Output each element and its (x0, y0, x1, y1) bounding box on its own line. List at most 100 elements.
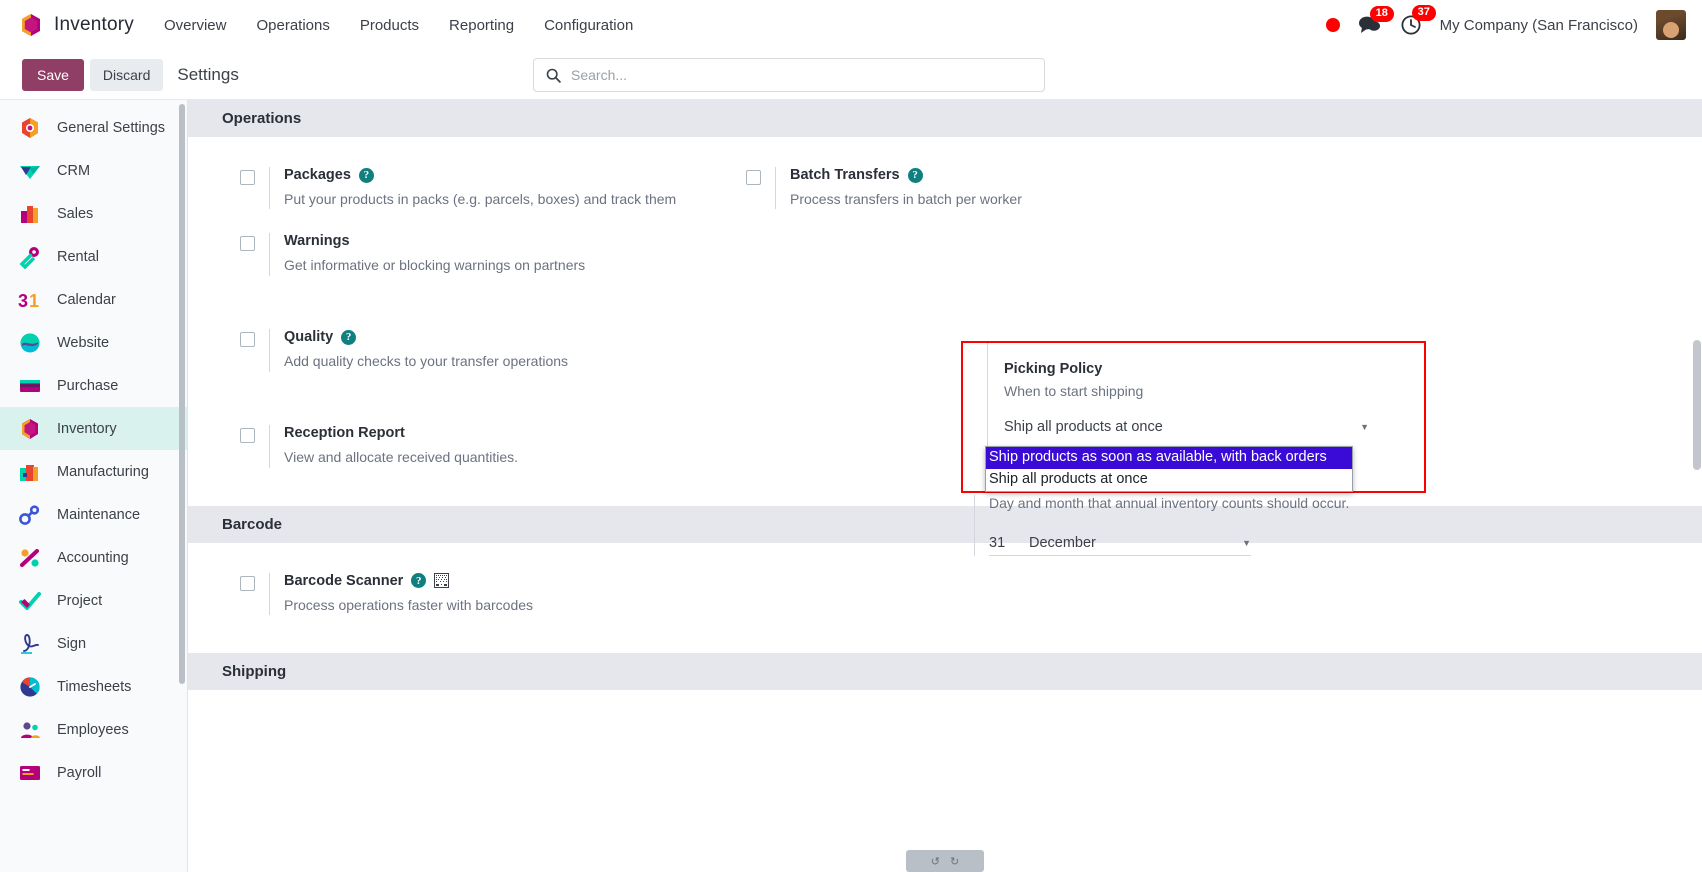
reception-report-checkbox[interactable] (240, 428, 255, 444)
help-icon[interactable]: ? (411, 573, 427, 589)
discard-button[interactable]: Discard (89, 58, 164, 91)
barcode-scanner-checkbox[interactable] (240, 575, 255, 591)
inventory-box-icon (18, 417, 42, 441)
undo-icon[interactable]: ↺ (931, 855, 940, 868)
sidebar-label: Employees (57, 721, 129, 738)
warnings-checkbox[interactable] (240, 236, 255, 252)
save-button[interactable]: Save (22, 58, 84, 91)
svg-text:1: 1 (29, 291, 39, 311)
payroll-icon (18, 761, 42, 785)
sidebar-item-sign[interactable]: Sign (0, 622, 187, 665)
main-menu: Overview Operations Products Reporting C… (162, 13, 635, 38)
sidebar-item-sales[interactable]: Sales (0, 192, 187, 235)
sidebar-label: Maintenance (57, 506, 141, 523)
redo-icon[interactable]: ↻ (950, 855, 959, 868)
quality-description: Add quality checks to your transfer oper… (284, 353, 569, 370)
packages-label: Packages (284, 167, 351, 183)
sidebar-item-maintenance[interactable]: Maintenance (0, 493, 187, 536)
reception-report-description: View and allocate received quantities. (284, 449, 519, 466)
page-title: Settings (177, 64, 239, 84)
manufacturing-icon (18, 460, 42, 484)
control-panel: Save Discard Settings (0, 50, 1702, 100)
sidebar-item-website[interactable]: Website (0, 321, 187, 364)
menu-item-products[interactable]: Products (358, 13, 421, 38)
menu-item-overview[interactable]: Overview (162, 13, 229, 38)
sidebar-label: Timesheets (57, 678, 132, 695)
dropdown-option-backorders[interactable]: Ship products as soon as available, with… (986, 447, 1352, 469)
reception-report-title-row: Reception Report (284, 425, 716, 441)
sidebar-label: General Settings (57, 119, 166, 136)
help-icon[interactable]: ? (907, 167, 923, 183)
setting-quality: Quality ? Add quality checks to your tra… (210, 319, 716, 415)
search-box[interactable] (533, 58, 1045, 92)
setting-warnings: Warnings Get informative or blocking war… (210, 223, 716, 319)
packages-title-row: Packages ? (284, 167, 716, 183)
timesheets-clock-icon (18, 675, 42, 699)
sidebar-label: Inventory (57, 420, 117, 437)
sidebar-item-crm[interactable]: CRM (0, 149, 187, 192)
barcode-scanner-description: Process operations faster with barcodes (284, 596, 534, 613)
rental-key-icon (18, 245, 42, 269)
annual-inventory-day[interactable]: 31 (989, 535, 1029, 551)
section-header-barcode: Barcode (188, 505, 1702, 543)
barcode-grid-icon[interactable] (434, 573, 450, 589)
picking-policy-select[interactable]: Ship all products at once ▼ (1004, 419, 1369, 437)
picking-policy-label: Picking Policy (1004, 361, 1103, 377)
sidebar-label: Payroll (57, 764, 102, 781)
search-icon (546, 68, 561, 83)
sidebar-item-manufacturing[interactable]: Manufacturing (0, 450, 187, 493)
maintenance-wrench-icon (18, 503, 42, 527)
navbar-right-tools: 18 37 My Company (San Francisco) (1325, 5, 1686, 40)
purchase-card-icon (18, 374, 42, 398)
sidebar-item-rental[interactable]: Rental (0, 235, 187, 278)
employees-icon (18, 718, 42, 742)
svg-text:3: 3 (18, 291, 28, 311)
sign-signature-icon (18, 632, 42, 656)
odoo-hexagon-icon (20, 13, 42, 37)
sidebar-item-employees[interactable]: Employees (0, 708, 187, 751)
sidebar-label: Sign (57, 635, 87, 652)
barcode-scanner-title-row: Barcode Scanner ? (284, 573, 716, 589)
sidebar-item-calendar[interactable]: 3 1 Calendar (0, 278, 187, 321)
search-input[interactable] (571, 67, 1032, 83)
help-icon[interactable]: ? (341, 329, 357, 345)
sidebar-item-purchase[interactable]: Purchase (0, 364, 187, 407)
company-switcher[interactable]: My Company (San Francisco) (1440, 17, 1638, 34)
record-dot-icon (1325, 18, 1340, 32)
menu-item-configuration[interactable]: Configuration (542, 13, 635, 38)
messages-button[interactable]: 18 (1358, 6, 1394, 35)
barcode-settings-grid: Barcode Scanner ? Process operations fas… (188, 543, 1702, 653)
app-brand[interactable]: Inventory (20, 13, 134, 37)
activities-button[interactable]: 37 (1400, 5, 1436, 36)
menu-item-reporting[interactable]: Reporting (447, 13, 516, 38)
sidebar-item-timesheets[interactable]: Timesheets (0, 665, 187, 708)
picking-policy-dropdown-list[interactable]: Ship products as soon as available, with… (985, 446, 1353, 492)
menu-item-operations[interactable]: Operations (254, 13, 331, 38)
help-icon[interactable]: ? (358, 167, 374, 183)
annual-inventory-date-field[interactable]: 31 December ▼ (989, 535, 1251, 556)
chevron-down-icon: ▼ (1242, 538, 1251, 548)
avatar[interactable] (1656, 10, 1686, 40)
batch-transfers-description: Process transfers in batch per worker (790, 191, 1022, 207)
barcode-scanner-label: Barcode Scanner (284, 572, 404, 589)
setting-batch-transfers: Batch Transfers ? Process transfers in b… (716, 157, 1222, 223)
sidebar-item-payroll[interactable]: Payroll (0, 751, 187, 794)
dropdown-option-all-at-once[interactable]: Ship all products at once (986, 469, 1352, 491)
quality-checkbox[interactable] (240, 332, 255, 348)
sidebar-item-inventory[interactable]: Inventory (0, 407, 187, 450)
batch-transfers-checkbox[interactable] (746, 170, 761, 185)
sidebar-item-project[interactable]: Project (0, 579, 187, 622)
main-scrollbar[interactable] (1693, 340, 1701, 470)
quality-title-row: Quality ? (284, 329, 716, 345)
annual-inventory-month[interactable]: December (1029, 535, 1242, 551)
sidebar-item-accounting[interactable]: Accounting (0, 536, 187, 579)
sidebar-label: Manufacturing (57, 463, 149, 480)
sidebar-scrollbar[interactable] (179, 104, 185, 684)
packages-checkbox[interactable] (240, 170, 255, 185)
sidebar-label: Rental (57, 248, 99, 265)
sidebar-item-general-settings[interactable]: General Settings (0, 106, 187, 149)
undo-redo-toolbar[interactable]: ↺ ↻ (906, 850, 984, 872)
warnings-title-row: Warnings (284, 233, 716, 249)
page-body: General Settings CRM Sales Rental 3 1 Ca… (0, 100, 1702, 872)
warnings-label: Warnings (284, 233, 350, 250)
